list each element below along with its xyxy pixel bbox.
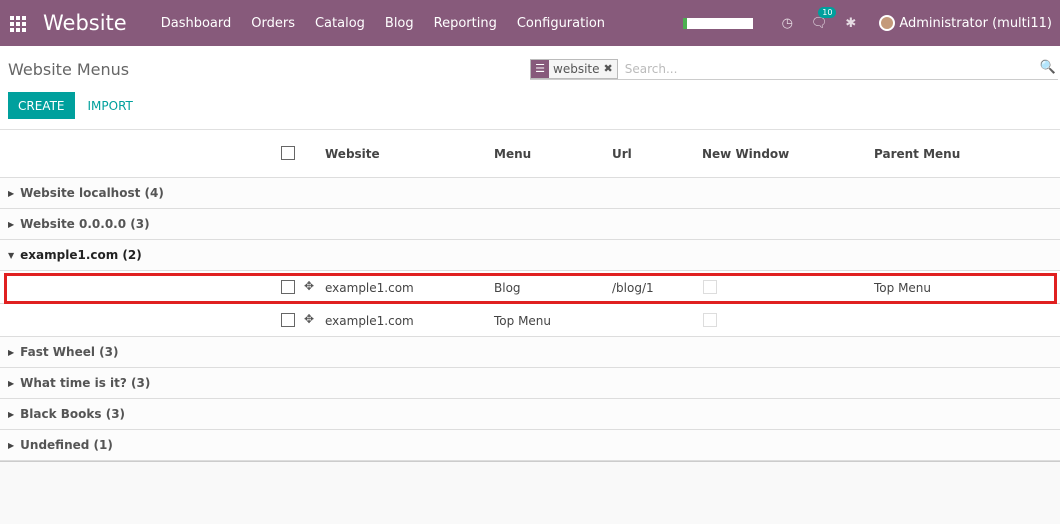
search-icon[interactable]: 🔍	[1040, 60, 1056, 75]
top-navbar: Website Dashboard Orders Catalog Blog Re…	[0, 0, 1060, 46]
group-label: example1.com (2)	[20, 248, 142, 262]
caret-right-icon: ▶	[8, 409, 15, 419]
column-header-website[interactable]: Website	[325, 147, 380, 161]
page-title: Website Menus	[8, 60, 130, 79]
group-by-icon: ☰	[531, 59, 549, 78]
menu-orders[interactable]: Orders	[251, 16, 295, 31]
navbar-systray: ◷ 🗨 10 ✱ Administrator (multi11)	[682, 0, 1060, 46]
group-row[interactable]: ▶ Undefined (1)	[0, 430, 1060, 461]
menu-catalog[interactable]: Catalog	[315, 16, 365, 31]
menu-dashboard[interactable]: Dashboard	[161, 16, 232, 31]
chat-badge: 10	[818, 6, 837, 18]
search-input[interactable]	[622, 60, 1023, 77]
group-row[interactable]: ▶ Website 0.0.0.0 (3)	[0, 209, 1060, 240]
group-label: Undefined (1)	[20, 438, 113, 452]
clock-icon[interactable]: ◷	[782, 16, 793, 31]
group-row[interactable]: ▶ Website localhost (4)	[0, 178, 1060, 209]
table-row[interactable]: ✥ example1.com Blog /blog/1 Top Menu	[0, 271, 1060, 304]
caret-right-icon: ▶	[8, 347, 15, 357]
cell-website: example1.com	[325, 281, 414, 295]
bug-icon[interactable]: ✱	[845, 16, 856, 31]
cell-website: example1.com	[325, 314, 414, 328]
caret-right-icon: ▶	[8, 440, 15, 450]
drag-handle-icon[interactable]: ✥	[304, 279, 314, 293]
menu-reporting[interactable]: Reporting	[434, 16, 497, 31]
onboarding-progress-bar[interactable]	[682, 17, 753, 29]
apps-grid-icon[interactable]	[10, 16, 28, 32]
create-button[interactable]: CREATE	[8, 92, 75, 119]
close-icon[interactable]: ✖	[604, 62, 617, 75]
cell-menu: Blog	[494, 281, 521, 295]
caret-right-icon: ▶	[8, 378, 15, 388]
column-header-new-window[interactable]: New Window	[702, 147, 789, 161]
group-label: Website localhost (4)	[20, 186, 164, 200]
chat-icon[interactable]: 🗨 10	[811, 6, 837, 31]
control-panel: Website Menus ☰ website ✖ 🔍 CREATE IMPOR…	[0, 46, 1060, 130]
search-bar: ☰ website ✖ 🔍	[530, 58, 1058, 80]
select-all-checkbox[interactable]	[281, 146, 295, 160]
new-window-checkbox	[703, 313, 717, 327]
group-label: Fast Wheel (3)	[20, 345, 119, 359]
caret-right-icon: ▶	[8, 219, 15, 229]
caret-right-icon: ▶	[8, 188, 15, 198]
group-label: What time is it? (3)	[20, 376, 151, 390]
new-window-checkbox	[703, 280, 717, 294]
drag-handle-icon[interactable]: ✥	[304, 312, 314, 326]
group-row[interactable]: ▶ Black Books (3)	[0, 399, 1060, 430]
column-header-url[interactable]: Url	[612, 147, 632, 161]
group-row[interactable]: ▶ What time is it? (3)	[0, 368, 1060, 399]
search-facet[interactable]: ☰ website ✖	[530, 58, 618, 79]
caret-down-icon: ▼	[8, 250, 15, 260]
group-row[interactable]: ▼ example1.com (2)	[0, 240, 1060, 271]
avatar[interactable]	[879, 15, 896, 31]
column-header-menu[interactable]: Menu	[494, 147, 531, 161]
group-label: Black Books (3)	[20, 407, 126, 421]
row-checkbox[interactable]	[281, 313, 295, 327]
user-menu[interactable]: Administrator (multi11)	[899, 16, 1052, 31]
cell-menu: Top Menu	[494, 314, 552, 328]
group-label: Website 0.0.0.0 (3)	[20, 217, 150, 231]
row-checkbox[interactable]	[281, 280, 295, 294]
group-row[interactable]: ▶ Fast Wheel (3)	[0, 337, 1060, 368]
menu-configuration[interactable]: Configuration	[517, 16, 605, 31]
menu-blog[interactable]: Blog	[385, 16, 414, 31]
action-buttons: CREATE IMPORT	[8, 92, 133, 119]
app-brand[interactable]: Website	[43, 11, 127, 35]
cell-parent-menu: Top Menu	[874, 281, 932, 295]
facet-value: website	[553, 61, 600, 76]
cell-url: /blog/1	[612, 281, 654, 295]
list-view: Website Menu Url New Window Parent Menu …	[0, 130, 1060, 462]
table-row[interactable]: ✥ example1.com Top Menu	[0, 304, 1060, 337]
table-bottom-border	[0, 461, 1060, 462]
table-header: Website Menu Url New Window Parent Menu	[0, 130, 1060, 178]
import-button[interactable]: IMPORT	[88, 99, 133, 113]
column-header-parent-menu[interactable]: Parent Menu	[874, 147, 960, 161]
